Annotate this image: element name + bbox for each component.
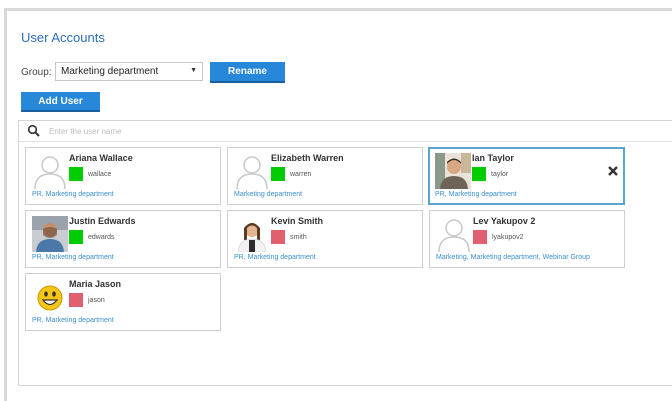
user-login: taylor bbox=[491, 171, 509, 178]
status-offline-badge bbox=[271, 230, 285, 244]
user-login: smith bbox=[290, 234, 307, 241]
group-label: Group: bbox=[21, 67, 52, 78]
user-card[interactable]: Kevin Smith smith PR, Marketing departme… bbox=[227, 210, 423, 268]
rename-button[interactable]: Rename bbox=[210, 62, 285, 83]
placeholder-avatar-icon bbox=[236, 156, 268, 189]
user-card[interactable]: Lev Yakupov 2 lyakupov2 Marketing, Marke… bbox=[429, 210, 625, 268]
user-name: Lev Yakupov 2 bbox=[473, 216, 536, 226]
placeholder-avatar-icon bbox=[438, 219, 470, 252]
users-panel: Ariana Wallace wallace PR, Marketing dep… bbox=[18, 120, 672, 386]
user-groups-link[interactable]: Marketing department bbox=[234, 191, 302, 198]
placeholder-avatar-icon bbox=[34, 156, 66, 189]
user-login: jason bbox=[88, 297, 105, 304]
status-online-badge bbox=[69, 167, 83, 181]
user-groups-link[interactable]: PR, Marketing department bbox=[32, 254, 114, 261]
user-groups-link[interactable]: PR, Marketing department bbox=[234, 254, 316, 261]
add-user-button[interactable]: Add User bbox=[21, 92, 100, 112]
user-login: wallace bbox=[88, 171, 112, 178]
status-online-badge bbox=[69, 230, 83, 244]
group-select[interactable]: Marketing department ▼ bbox=[55, 62, 203, 81]
page-title: User Accounts bbox=[21, 30, 105, 45]
user-groups-link[interactable]: PR, Marketing department bbox=[435, 191, 517, 198]
status-online-badge bbox=[271, 167, 285, 181]
status-online-badge bbox=[472, 167, 486, 181]
close-icon[interactable] bbox=[607, 165, 619, 177]
user-login: edwards bbox=[88, 234, 115, 241]
user-groups-link[interactable]: Marketing, Marketing department, Webinar… bbox=[436, 254, 590, 261]
user-photo bbox=[234, 216, 270, 252]
search-input[interactable] bbox=[49, 124, 449, 138]
status-offline-badge bbox=[473, 230, 487, 244]
user-login: lyakupov2 bbox=[492, 234, 524, 241]
user-photo bbox=[435, 153, 471, 189]
user-name: Elizabeth Warren bbox=[271, 153, 344, 163]
user-name: Justin Edwards bbox=[69, 216, 136, 226]
smiley-icon bbox=[37, 285, 63, 311]
user-card-selected[interactable]: Ian Taylor taylor PR, Marketing departme… bbox=[428, 147, 625, 205]
dropdown-arrow-icon: ▼ bbox=[190, 67, 197, 74]
search-icon bbox=[27, 124, 40, 137]
user-card[interactable]: Maria Jason jason PR, Marketing departme… bbox=[25, 273, 221, 331]
user-card[interactable]: Elizabeth Warren warren Marketing depart… bbox=[227, 147, 423, 205]
user-photo bbox=[32, 216, 68, 252]
user-groups-link[interactable]: PR, Marketing department bbox=[32, 317, 114, 324]
group-select-value: Marketing department bbox=[61, 66, 159, 77]
user-name: Kevin Smith bbox=[271, 216, 324, 226]
user-login: warren bbox=[290, 171, 312, 178]
user-card[interactable]: Justin Edwards edwards PR, Marketing dep… bbox=[25, 210, 221, 268]
user-name: Maria Jason bbox=[69, 279, 122, 289]
user-name: Ian Taylor bbox=[472, 153, 514, 163]
user-groups-link[interactable]: PR, Marketing department bbox=[32, 191, 114, 198]
status-offline-badge bbox=[69, 293, 83, 307]
search-bar bbox=[19, 121, 672, 142]
user-name: Ariana Wallace bbox=[69, 153, 133, 163]
user-card[interactable]: Ariana Wallace wallace PR, Marketing dep… bbox=[25, 147, 221, 205]
